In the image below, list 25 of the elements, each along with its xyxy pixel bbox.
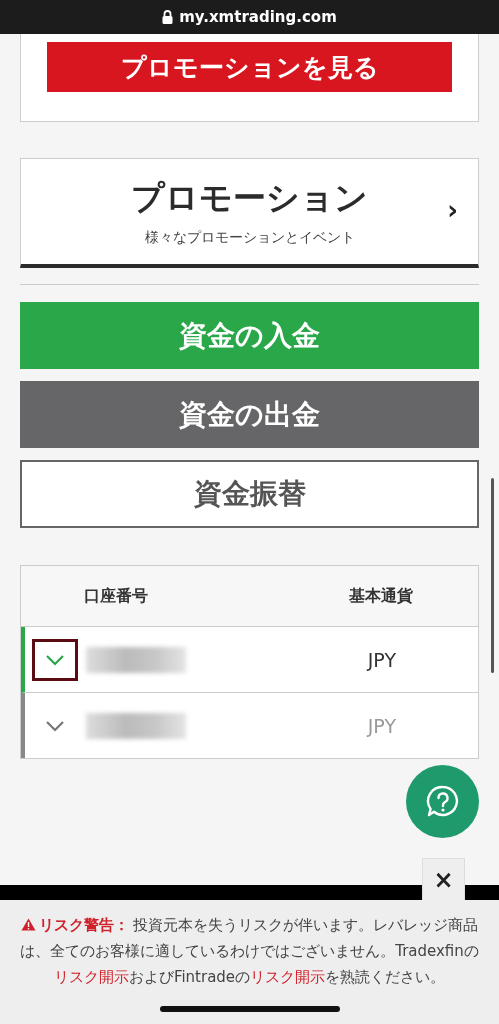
lock-icon (162, 10, 174, 24)
promotion-subtitle: 様々なプロモーションとイベント (144, 229, 355, 247)
view-promotions-button[interactable]: プロモーションを見る (47, 42, 452, 92)
expand-button[interactable] (32, 638, 78, 681)
chevron-down-icon (45, 653, 65, 666)
deposit-button[interactable]: 資金の入金 (20, 302, 479, 369)
column-header: 基本通貨 (349, 585, 413, 607)
chevron-right-icon: › (447, 197, 458, 223)
risk-disclosure-link[interactable]: リスク開示 (250, 968, 326, 986)
withdraw-button[interactable]: 資金の出金 (20, 381, 479, 448)
column-header: 口座番号 (84, 585, 148, 607)
scrollbar[interactable] (491, 478, 494, 673)
url-text: my.xmtrading.com (179, 8, 337, 26)
table-row[interactable]: JPY (21, 627, 478, 693)
risk-warning-text: リスク警告： 投資元本を失うリスクが伴います。レバレッジ商品は、全てのお客様に適しているわけではございません。Tradexfinの リスク開示およびFintradeのリスク開示を熟読ください。 (19, 915, 480, 988)
currency-cell: JPY (367, 714, 396, 737)
warning-icon (20, 918, 36, 931)
promotion-title: プロモーション (131, 177, 368, 219)
close-button[interactable]: × (422, 858, 465, 900)
table-row[interactable]: JPY (21, 693, 478, 758)
chevron-down-icon (45, 719, 65, 732)
promotion-card[interactable]: プロモーション 様々なプロモーションとイベント › (20, 158, 479, 268)
transfer-button[interactable]: 資金振替 (20, 460, 479, 528)
risk-disclosure-link[interactable]: リスク開示 (53, 968, 129, 986)
currency-cell: JPY (367, 648, 396, 671)
